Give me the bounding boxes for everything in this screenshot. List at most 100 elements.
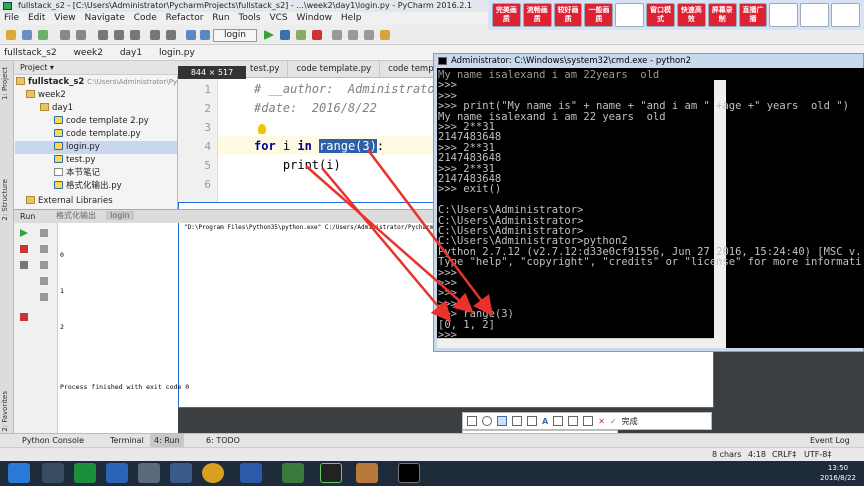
- rerun-icon[interactable]: [20, 229, 28, 237]
- window-mode-button[interactable]: 窗口模式: [646, 3, 675, 27]
- project-panel-header[interactable]: Project ▾: [14, 61, 178, 75]
- stop-icon[interactable]: [312, 30, 322, 40]
- breadcrumb-project[interactable]: fullstack_s2: [4, 48, 57, 58]
- tree-item-day1[interactable]: day1: [40, 102, 73, 115]
- tab-code-template[interactable]: code template.py: [288, 61, 381, 77]
- tree-item-external-libraries[interactable]: External Libraries: [26, 195, 113, 208]
- tree-item-code-template[interactable]: code template.py: [54, 128, 141, 141]
- menu-file[interactable]: File: [4, 13, 19, 23]
- breadcrumb-day1[interactable]: day1: [120, 48, 142, 58]
- structure-tool-tab[interactable]: 2: Structure: [1, 179, 9, 221]
- structure-icon[interactable]: [348, 30, 358, 40]
- camera-icon[interactable]: [615, 3, 645, 27]
- pause-icon[interactable]: [20, 261, 28, 269]
- tab-terminal[interactable]: Terminal: [110, 434, 144, 448]
- close-icon[interactable]: [20, 313, 28, 321]
- confirm-icon[interactable]: ✓: [610, 417, 617, 426]
- exit-icon[interactable]: [831, 3, 860, 27]
- cmd-horizontal-scrollbar[interactable]: [437, 338, 714, 348]
- forward-icon[interactable]: [200, 30, 210, 40]
- caret-position[interactable]: 4:18: [748, 448, 766, 462]
- rectangle-tool-icon[interactable]: [467, 416, 477, 426]
- menu-code[interactable]: Code: [134, 13, 157, 23]
- menu-window[interactable]: Window: [297, 13, 333, 23]
- find-icon[interactable]: [150, 30, 160, 40]
- run-config-select[interactable]: login: [213, 29, 257, 42]
- pycharm-taskbar-icon[interactable]: [320, 463, 342, 483]
- replace-icon[interactable]: [166, 30, 176, 40]
- back-icon[interactable]: [186, 30, 196, 40]
- pen-icon[interactable]: [769, 3, 799, 27]
- cancel-icon[interactable]: ✕: [598, 417, 605, 426]
- scroll-down-icon[interactable]: [40, 245, 48, 253]
- done-button[interactable]: 完成: [622, 416, 638, 427]
- cut-icon[interactable]: [98, 30, 108, 40]
- tree-item-code-template-2[interactable]: code template 2.py: [54, 115, 149, 128]
- menu-tools[interactable]: Tools: [238, 13, 260, 23]
- undo-icon[interactable]: [553, 416, 564, 426]
- cmd-taskbar-icon[interactable]: [398, 463, 420, 483]
- coverage-icon[interactable]: [296, 30, 306, 40]
- event-log-button[interactable]: Event Log: [810, 434, 850, 448]
- paste-icon[interactable]: [130, 30, 140, 40]
- line-separator[interactable]: CRLF‡: [772, 448, 796, 462]
- tree-item-format-output[interactable]: 格式化输出.py: [54, 180, 122, 193]
- copy-icon[interactable]: [114, 30, 124, 40]
- tab-code-template-2[interactable]: code template 2.py: [380, 61, 434, 77]
- debug-icon[interactable]: [280, 30, 290, 40]
- open-folder-icon[interactable]: [6, 30, 16, 40]
- clear-icon[interactable]: [40, 293, 48, 301]
- scroll-up-icon[interactable]: [40, 229, 48, 237]
- run-icon[interactable]: [264, 30, 274, 40]
- tab-todo[interactable]: 6: TODO: [206, 434, 240, 448]
- save-icon[interactable]: [568, 416, 579, 426]
- start-icon[interactable]: [8, 463, 30, 483]
- soft-wrap-icon[interactable]: [40, 261, 48, 269]
- tab-python-console[interactable]: Python Console: [22, 434, 84, 448]
- breadcrumb-week2[interactable]: week2: [74, 48, 103, 58]
- pen-tool-icon[interactable]: [512, 416, 522, 426]
- cmd-vertical-scrollbar[interactable]: [714, 80, 726, 348]
- undo-icon[interactable]: [60, 30, 70, 40]
- tree-item-login[interactable]: login.py: [15, 141, 177, 154]
- file-encoding[interactable]: UTF-8‡: [804, 448, 831, 462]
- taskbar-app-icon[interactable]: [170, 463, 192, 483]
- vcs-icon[interactable]: [364, 30, 374, 40]
- tree-item-test[interactable]: test.py: [54, 154, 95, 167]
- tree-item-week2[interactable]: week2: [26, 89, 66, 102]
- media-player-icon[interactable]: [138, 463, 160, 483]
- perfect-quality-button[interactable]: 完美画质: [492, 3, 521, 27]
- run-tab-login[interactable]: login: [106, 211, 134, 220]
- taskbar-app-icon[interactable]: [74, 463, 96, 483]
- tree-item-project-root[interactable]: fullstack_s2 C:\Users\Administrator\Pych…: [16, 76, 199, 89]
- taskbar-app-icon[interactable]: [106, 463, 128, 483]
- taskbar-clock[interactable]: 13:50 2016/8/22: [820, 463, 856, 483]
- menu-navigate[interactable]: Navigate: [84, 13, 124, 23]
- tab-run[interactable]: 4: Run: [150, 434, 184, 448]
- taskbar-app-icon[interactable]: [240, 463, 262, 483]
- smooth-quality-button[interactable]: 流畅画质: [522, 3, 552, 27]
- save-icon[interactable]: [22, 30, 32, 40]
- fast-mode-button[interactable]: 快速高效: [676, 3, 706, 27]
- intention-bulb-icon[interactable]: [258, 124, 266, 134]
- chrome-icon[interactable]: [202, 463, 224, 483]
- tree-item-notes[interactable]: 本节笔记: [54, 167, 100, 180]
- arrow-tool-icon[interactable]: [497, 416, 507, 426]
- menu-edit[interactable]: Edit: [28, 13, 45, 23]
- explorer-icon[interactable]: [42, 463, 64, 483]
- menu-view[interactable]: View: [54, 13, 75, 23]
- stop-icon[interactable]: [20, 245, 28, 253]
- copy-icon[interactable]: [583, 416, 594, 426]
- menu-refactor[interactable]: Refactor: [166, 13, 204, 23]
- redo-icon[interactable]: [76, 30, 86, 40]
- good-quality-button[interactable]: 较好画质: [553, 3, 583, 27]
- menu-help[interactable]: Help: [341, 13, 362, 23]
- taskbar-app-icon[interactable]: [282, 463, 304, 483]
- highlighter-tool-icon[interactable]: [527, 416, 537, 426]
- help-icon[interactable]: [380, 30, 390, 40]
- favorites-tool-tab[interactable]: 2: Favorites: [1, 391, 9, 432]
- print-icon[interactable]: [40, 277, 48, 285]
- settings-icon[interactable]: [332, 30, 342, 40]
- breadcrumb-file[interactable]: login.py: [159, 48, 195, 58]
- sync-icon[interactable]: [38, 30, 48, 40]
